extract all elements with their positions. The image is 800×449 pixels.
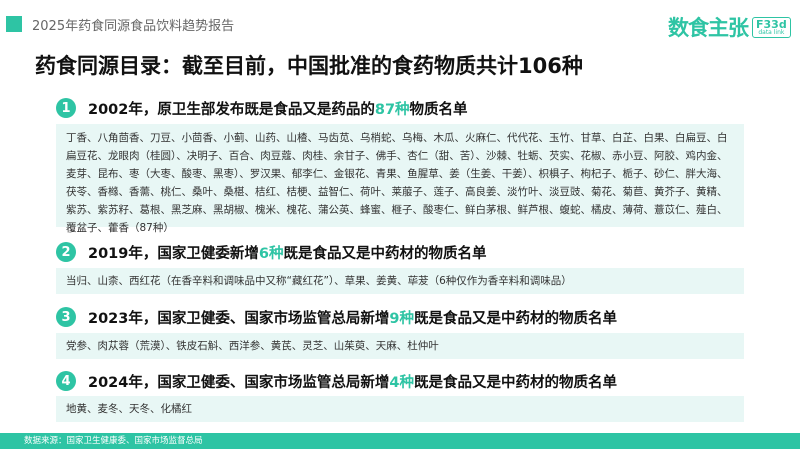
section-1-header: 1 2002年，原卫生部发布既是食品又是药品的87种物质名单 bbox=[56, 96, 468, 120]
brand-logo: 数食主张 F33d data link bbox=[668, 12, 791, 42]
title-highlight: 9种 bbox=[389, 310, 414, 327]
title-text: 既是食品又是中药材的物质名单 bbox=[413, 310, 617, 327]
logo-badge-top: F33d bbox=[756, 17, 787, 31]
title-text: 物质名单 bbox=[409, 101, 468, 118]
title-highlight: 4种 bbox=[389, 374, 414, 391]
title-text: 2023年，国家卫健委、国家市场监管总局新增 bbox=[88, 310, 390, 327]
title-text: 2024年，国家卫健委、国家市场监管总局新增 bbox=[88, 374, 390, 391]
title-highlight: 87种 bbox=[374, 101, 410, 118]
logo-badge: F33d data link bbox=[752, 16, 791, 38]
section-4-content: 地黄、麦冬、天冬、化橘红 bbox=[56, 396, 744, 422]
section-3-header: 3 2023年，国家卫健委、国家市场监管总局新增9种既是食品又是中药材的物质名单 bbox=[56, 305, 617, 329]
page-title: 药食同源目录：截至目前，中国批准的食药物质共计106种 bbox=[35, 54, 583, 78]
header-accent-square bbox=[6, 16, 22, 32]
section-number-badge: 1 bbox=[56, 98, 76, 118]
title-text: 既是食品又是中药材的物质名单 bbox=[413, 374, 617, 391]
section-1-content: 丁香、八角茴香、刀豆、小茴香、小蓟、山药、山楂、马齿苋、乌梢蛇、乌梅、木瓜、火麻… bbox=[56, 124, 744, 234]
section-number-badge: 4 bbox=[56, 371, 76, 391]
report-title: 2025年药食同源食品饮料趋势报告 bbox=[32, 19, 235, 34]
section-1-title: 2002年，原卫生部发布既是食品又是药品的87种物质名单 bbox=[88, 98, 468, 119]
logo-badge-bottom: data link bbox=[758, 28, 785, 36]
footer-bar: 数据来源：国家卫生健康委、国家市场监督总局 bbox=[0, 433, 800, 449]
section-4-title: 2024年，国家卫健委、国家市场监管总局新增4种既是食品又是中药材的物质名单 bbox=[88, 371, 617, 392]
section-number-badge: 2 bbox=[56, 242, 76, 262]
title-text: 2002年，原卫生部发布既是食品又是药品的 bbox=[88, 101, 375, 118]
section-4-header: 4 2024年，国家卫健委、国家市场监管总局新增4种既是食品又是中药材的物质名单 bbox=[56, 369, 617, 393]
title-highlight: 6种 bbox=[258, 245, 284, 262]
section-number-badge: 3 bbox=[56, 307, 76, 327]
section-3-content: 党参、肉苁蓉（荒漠）、铁皮石斛、西洋参、黄芪、灵芝、山茱萸、天麻、杜仲叶 bbox=[56, 333, 744, 359]
title-text: 2019年，国家卫健委新增 bbox=[88, 245, 259, 262]
section-2-title: 2019年，国家卫健委新增6种既是食品又是中药材的物质名单 bbox=[88, 242, 486, 263]
section-2-content: 当归、山柰、西红花（在香辛料和调味品中又称“藏红花”）、草果、姜黄、荜茇（6种仅… bbox=[56, 268, 744, 294]
section-2-header: 2 2019年，国家卫健委新增6种既是食品又是中药材的物质名单 bbox=[56, 240, 486, 264]
logo-text: 数食主张 bbox=[668, 16, 749, 40]
title-text: 既是食品又是中药材的物质名单 bbox=[283, 245, 487, 262]
section-3-title: 2023年，国家卫健委、国家市场监管总局新增9种既是食品又是中药材的物质名单 bbox=[88, 307, 617, 328]
data-source: 数据来源：国家卫生健康委、国家市场监督总局 bbox=[24, 436, 203, 446]
